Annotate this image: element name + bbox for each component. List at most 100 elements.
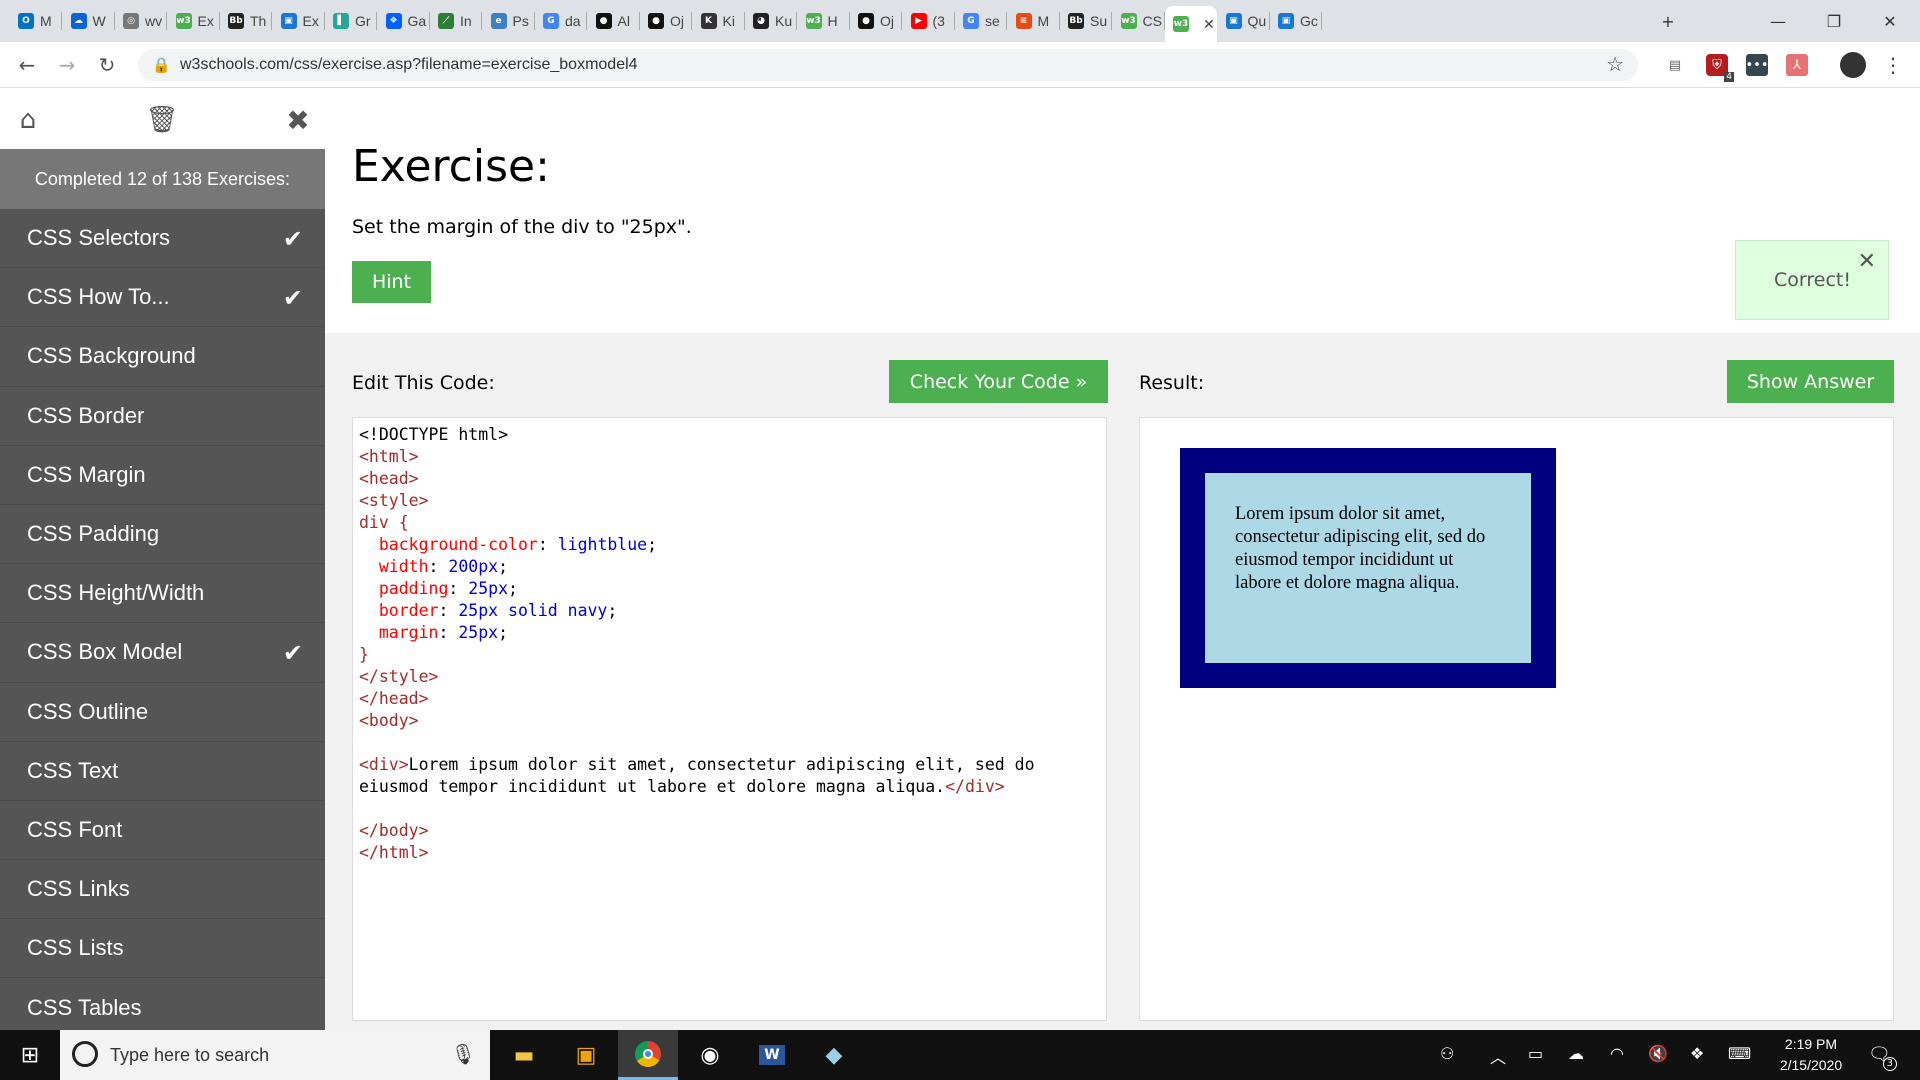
bookmark-star-icon[interactable]: ☆ [1606,52,1624,77]
pdf-extension-icon[interactable]: ⅄ [1786,54,1808,76]
wifi-icon[interactable]: ◠ [1610,1044,1624,1063]
tab-label: se [985,13,1000,29]
sidebar-item-label: CSS Box Model [27,639,183,665]
browser-tab[interactable]: OM [10,6,62,36]
reload-icon[interactable]: ↻ [92,50,122,80]
sidebar-item-label: CSS Outline [27,698,149,724]
notifications-icon[interactable]: 🗨 3 [1868,1044,1897,1071]
minimize-button[interactable]: — [1750,0,1806,42]
back-arrow-icon[interactable]: ← [12,50,42,80]
restore-button[interactable]: ❐ [1806,0,1862,42]
browser-tab[interactable]: Gda [535,6,587,36]
sidebar-item[interactable]: CSS Background [0,327,325,387]
profile-avatar[interactable] [1840,52,1866,78]
sidebar-item[interactable]: CSS Padding [0,505,325,565]
close-window-button[interactable]: ✕ [1862,0,1918,42]
file-explorer-icon[interactable]: ▬ [494,1030,554,1080]
correct-notification: Correct! ✕ [1735,240,1889,320]
system-clock[interactable]: 2:19 PM 2/15/2020 [1766,1034,1856,1076]
show-hidden-icons-icon[interactable]: ︿ [1490,1044,1506,1068]
code-editor[interactable]: <!DOCTYPE html> <html> <head> <style> div { … [352,417,1107,1021]
code-token: : [448,579,469,598]
document-extension-icon[interactable]: ▤ [1664,54,1686,76]
browser-tab[interactable]: ● Oj [640,6,692,36]
check-code-button[interactable]: Check Your Code » [889,360,1108,403]
close-icon[interactable]: ✖ [280,103,316,137]
dots-extension-icon[interactable]: ••• [1746,54,1769,76]
code-token: div { [359,513,409,532]
volume-muted-icon[interactable]: 🔇 [1648,1044,1668,1063]
new-tab-button[interactable]: + [1640,0,1696,42]
steam-icon[interactable]: ◉ [680,1030,740,1080]
browser-tab[interactable]: ▣ Ex [273,6,325,36]
sidebar-item-label: CSS Margin [27,461,146,487]
word-icon[interactable]: W [742,1030,802,1080]
sidebar-item[interactable]: CSS Selectors ✔ [0,209,325,269]
browser-tab[interactable]: ≡ M [1008,6,1060,36]
windows-start-icon[interactable]: ⊞ [0,1030,60,1080]
code-token: eiusmod tempor incididunt ut labore et d… [359,777,946,796]
battery-icon[interactable]: ▭ [1528,1044,1543,1063]
onedrive-icon[interactable]: ☁ [1568,1044,1584,1063]
sidebar-item-label: CSS Padding [27,521,160,547]
sidebar-item[interactable]: CSS Text [0,742,325,801]
sidebar-item[interactable]: CSS Margin [0,446,325,505]
browser-tab[interactable]: ⟋ In [430,6,482,36]
browser-tab[interactable]: ◎ wv [115,6,167,36]
sidebar-item-label: CSS Font [27,816,123,842]
menu-dots-icon[interactable]: ⋮ [1882,53,1904,77]
browser-tab[interactable]: ▣ Gc [1270,6,1322,36]
code-token: 200px [448,557,499,576]
sidebar-item[interactable]: CSS Links [0,860,325,920]
browser-tab[interactable]: e Ps [483,6,535,36]
app-icon-2[interactable]: ◆ [804,1030,864,1080]
trash-icon[interactable]: 🗑 [144,103,180,137]
sidebar-item[interactable]: CSS Border [0,387,325,446]
app-icon[interactable]: ▣ [556,1030,616,1080]
tab-label: M [1037,13,1050,29]
hint-button[interactable]: Hint [352,261,431,303]
main-content: Exercise: Set the margin of the div to "… [325,89,1920,1030]
sidebar-item[interactable]: CSS How To... ✔ [0,268,325,328]
sidebar-item[interactable]: CSS Height/Width [0,564,325,624]
tab-label: Gr [355,13,371,29]
browser-tab[interactable]: K Ki [693,6,745,36]
people-icon[interactable]: ⚇ [1440,1044,1454,1063]
sidebar-item[interactable]: CSS Tables [0,978,325,1030]
code-line: width: 200px; [359,556,1100,578]
browser-tab[interactable]: ◕ Ku [745,6,797,36]
show-answer-button[interactable]: Show Answer [1727,360,1894,403]
browser-tab[interactable]: w3 CS [1113,6,1165,36]
home-icon[interactable]: ⌂ [10,103,46,137]
dropbox-icon[interactable]: ❖ [1690,1044,1704,1063]
sidebar-item[interactable]: CSS Outline [0,683,325,742]
tab-label: Th [250,13,267,29]
keyboard-icon[interactable]: ⌨ [1728,1044,1751,1063]
chrome-icon[interactable] [618,1030,678,1080]
forward-arrow-icon[interactable]: → [52,50,82,80]
browser-tab[interactable]: ▶ (3 [903,6,955,36]
browser-tab[interactable]: ● Al [588,6,640,36]
browser-tab[interactable]: ❖ Ga [378,6,430,36]
browser-tab[interactable]: w3 Ex [168,6,220,36]
code-token: </body> [359,821,429,840]
close-tab-icon[interactable]: ✕ [1203,16,1215,33]
address-bar[interactable]: 🔒 w3schools.com/css/exercise.asp?filenam… [138,49,1638,81]
browser-tab[interactable]: ● Oj [850,6,902,36]
taskbar-search-box[interactable]: Type here to search 🎙 [60,1030,490,1080]
browser-tab[interactable]: ☁ W [63,6,115,36]
browser-tab[interactable]: ▌ Gr [325,6,377,36]
microphone-icon[interactable]: 🎙 [451,1042,476,1066]
browser-tab[interactable]: Gse [955,6,1007,36]
browser-tab[interactable]: Bb Su [1060,6,1112,36]
sidebar-item[interactable]: CSS Font [0,801,325,861]
browser-tab[interactable]: w3 ✕ [1165,6,1217,42]
sidebar-item[interactable]: CSS Box Model ✔ [0,623,325,683]
browser-tab[interactable]: w3 H [798,6,850,36]
ublock-extension-icon[interactable]: ⛨ 4 [1706,54,1734,82]
sidebar-item[interactable]: CSS Lists [0,919,325,979]
code-token: ; [498,557,509,576]
close-notification-icon[interactable]: ✕ [1858,249,1876,274]
browser-tab[interactable]: ▣ Qu [1218,6,1270,36]
browser-tab[interactable]: Bb Th [220,6,272,36]
